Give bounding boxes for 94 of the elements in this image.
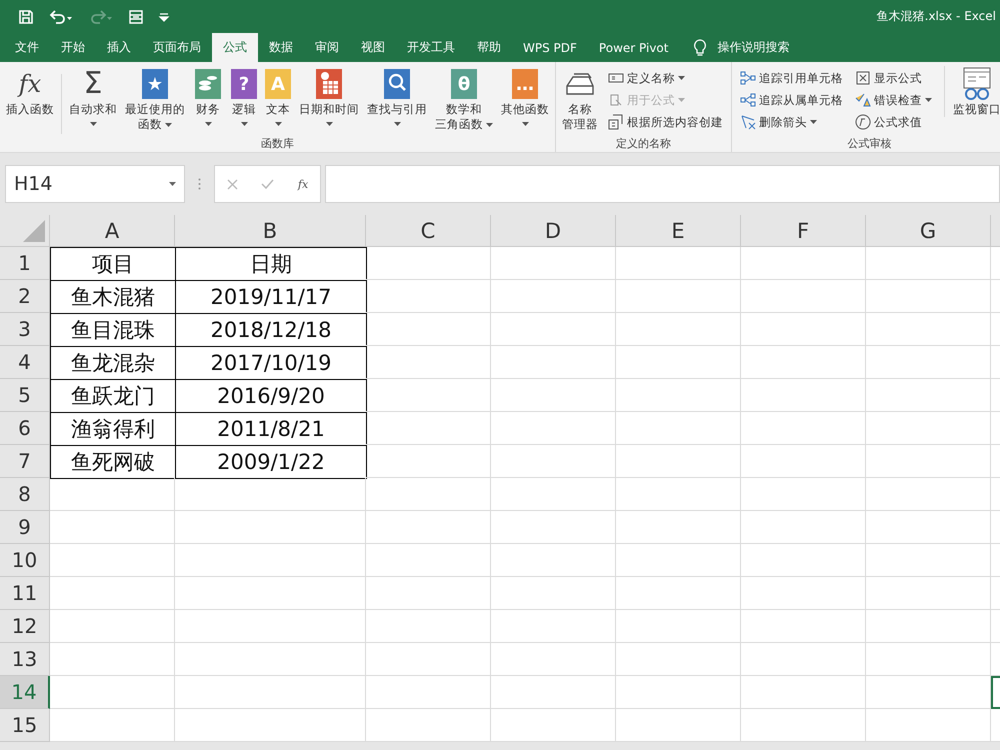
formula-sheet-icon [855, 70, 871, 86]
column-header[interactable]: E [616, 215, 741, 247]
error-check-icon [855, 92, 871, 108]
book-icon: A [265, 69, 291, 99]
trace-arrows-icon [740, 70, 756, 86]
ribbon-button[interactable]: 财务 [189, 66, 227, 126]
group-label: 公式审核 [846, 136, 892, 152]
row-header[interactable]: 13 [0, 643, 50, 676]
remove-arrows-icon [740, 114, 756, 130]
row-header[interactable]: 2 [0, 280, 50, 313]
ribbon-button[interactable]: 追踪引用单元格 [738, 68, 845, 88]
caret-icon [169, 182, 176, 186]
ribbon-tab[interactable]: 开始 [50, 33, 96, 62]
ribbon-tab[interactable]: 帮助 [466, 33, 512, 62]
ribbon-button[interactable]: 名称 管理器 [558, 66, 602, 132]
row-header[interactable]: 11 [0, 577, 50, 610]
row-header[interactable]: 12 [0, 610, 50, 643]
sigma-icon: Σ [84, 69, 102, 99]
book-icon: ? [231, 69, 257, 99]
glasses-window-icon [961, 67, 993, 101]
ribbon-tab[interactable]: 开发工具 [396, 33, 466, 62]
save-icon[interactable] [18, 8, 34, 24]
insert-function-button[interactable]: fx 插入函数 [2, 66, 58, 117]
ribbon-button[interactable]: 根据所选内容创建 [606, 112, 725, 132]
row-header[interactable]: 3 [0, 313, 50, 346]
row-header[interactable]: 10 [0, 544, 50, 577]
customize-icon[interactable] [158, 10, 170, 22]
row-header[interactable]: 1 [0, 247, 50, 280]
row-header[interactable]: 14 [0, 676, 50, 709]
ribbon-button[interactable]: ? 逻辑 [227, 66, 261, 126]
ribbon-tab[interactable]: 公式 [212, 33, 258, 62]
group-label: 函数库 [260, 136, 295, 152]
cancel-icon[interactable] [226, 178, 238, 190]
coins-book-icon [193, 68, 223, 100]
magnifier-book-icon [382, 68, 412, 100]
grip-icon [198, 178, 201, 190]
ribbon-button[interactable]: 显示公式 [853, 68, 934, 88]
formula-icon [608, 92, 624, 108]
column-header[interactable]: A [50, 215, 175, 247]
book-icon: θ [451, 69, 477, 99]
row-header[interactable]: 7 [0, 445, 50, 478]
formula-input[interactable] [325, 165, 1000, 203]
row-header[interactable]: 8 [0, 478, 50, 511]
ribbon-button[interactable]: 删除箭头 [738, 112, 845, 132]
ribbon-button[interactable]: 定义名称 [606, 68, 725, 88]
ribbon-button[interactable]: 追踪从属单元格 [738, 90, 845, 110]
ribbon-button[interactable]: 公式求值 [853, 112, 934, 132]
ribbon-button[interactable]: … 其他函数 [497, 66, 553, 126]
column-header[interactable]: C [366, 215, 491, 247]
ribbon-tab[interactable]: Power Pivot [588, 33, 680, 62]
table-cell: 2009/1/22 [175, 445, 367, 479]
ribbon-tab[interactable]: 数据 [258, 33, 304, 62]
select-all-icon[interactable] [21, 218, 47, 244]
ribbon-button[interactable]: 监视窗口 [944, 66, 1000, 117]
ribbon-tab[interactable]: 插入 [96, 33, 142, 62]
form-icon[interactable] [128, 8, 144, 24]
row-header[interactable]: 4 [0, 346, 50, 379]
tell-me-search[interactable]: 操作说明搜索 [717, 39, 790, 56]
window-title: 鱼木混猪.xlsx - Excel [876, 8, 997, 25]
checkmark-icon[interactable] [261, 179, 274, 189]
ribbon-button[interactable]: 错误检查 [853, 90, 934, 110]
ribbon-tab[interactable]: 视图 [350, 33, 396, 62]
calendar-icon [314, 68, 344, 100]
table-cell: 项目 [50, 247, 176, 281]
row-header[interactable]: 5 [0, 379, 50, 412]
ribbon-button[interactable]: ★ 最近使用的 函数 [121, 66, 189, 132]
undo-icon[interactable] [48, 8, 74, 24]
function-icon: fx [18, 70, 42, 98]
column-header[interactable]: D [491, 215, 616, 247]
ribbon-tab[interactable]: 文件 [4, 33, 50, 62]
ribbon-tab[interactable]: 页面布局 [142, 33, 212, 62]
name-box[interactable]: H14 [5, 165, 185, 203]
column-header[interactable]: F [741, 215, 866, 247]
book-icon: … [512, 69, 538, 99]
ribbon-button[interactable]: Σ 自动求和 [65, 66, 121, 126]
row-header[interactable]: 6 [0, 412, 50, 445]
trace-arrows-icon [740, 92, 756, 108]
ribbon-button[interactable]: 查找与引用 [363, 66, 431, 126]
lightbulb-icon [693, 38, 708, 56]
ribbon-tab[interactable]: WPS PDF [512, 33, 588, 62]
table-cell: 鱼死网破 [50, 445, 176, 479]
ribbon-button[interactable]: A 文本 [261, 66, 295, 126]
book-icon: ★ [142, 69, 168, 99]
column-header[interactable]: G [866, 215, 991, 247]
ribbon-tab[interactable]: 审阅 [304, 33, 350, 62]
table-icon [608, 114, 624, 130]
row-header[interactable]: 9 [0, 511, 50, 544]
ribbon-button[interactable]: 日期和时间 [295, 66, 363, 126]
insert-function-button[interactable]: fx [298, 178, 308, 190]
row-header[interactable]: 15 [0, 709, 50, 742]
group-label: 定义的名称 [615, 136, 672, 152]
table-cell: 日期 [175, 247, 367, 281]
ribbon-button[interactable]: θ 数学和 三角函数 [431, 66, 497, 132]
column-header[interactable]: B [175, 215, 366, 247]
